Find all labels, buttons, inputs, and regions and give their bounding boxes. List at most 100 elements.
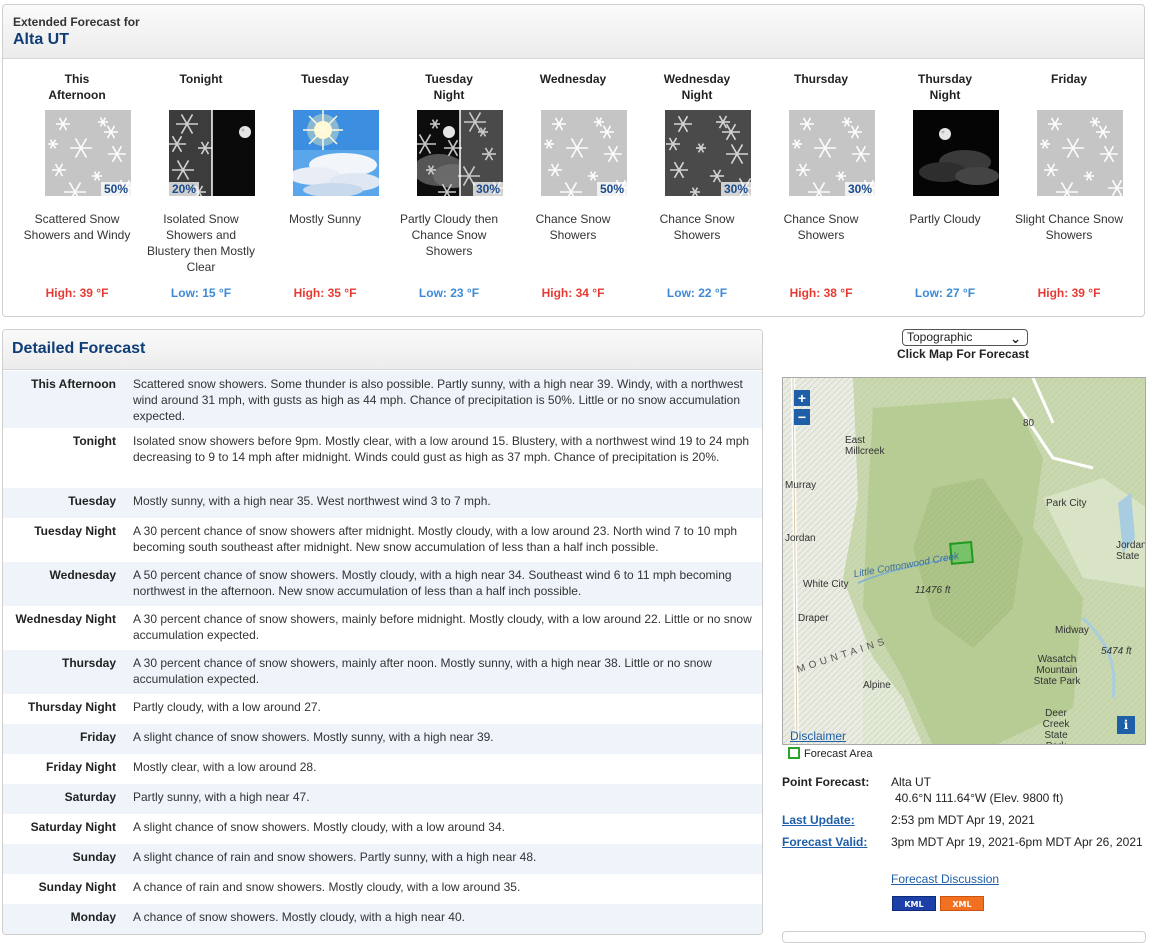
row-forecast-text: Isolated snow showers before 9pm. Mostly… [133, 434, 750, 464]
row-forecast-text: Partly cloudy, with a low around 27. [133, 700, 321, 714]
row-forecast-text: A slight chance of snow showers. Mostly … [133, 820, 505, 834]
map-legend: Forecast Area [788, 747, 872, 760]
snow-showers-day-icon[interactable]: 50% [541, 110, 627, 196]
map-label: 5474 ft [1101, 646, 1132, 657]
precip-chance: 50% [596, 182, 627, 196]
map-caption: Click Map For Forecast [897, 347, 1030, 361]
map-info-button[interactable]: i [1117, 716, 1135, 734]
zoom-in-button[interactable]: + [794, 390, 810, 406]
detailed-forecast-row: Saturday Partly sunny, with a high near 4… [3, 784, 762, 814]
row-forecast-text: A 50 percent chance of snow showers. Mos… [133, 568, 732, 598]
map-type-select[interactable]: Topographic ⌄ [902, 329, 1028, 346]
period-temperature: High: 38 °F [789, 286, 853, 300]
map-label: 11476 ft [915, 585, 951, 596]
row-forecast-text: A 30 percent chance of snow showers afte… [133, 524, 738, 554]
partly-cloudy-night-icon[interactable] [913, 110, 999, 196]
detailed-forecast-row: Thursday A 30 percent chance of snow show… [3, 650, 762, 694]
detailed-forecast-row: Friday Night Mostly clear, with a low aro… [3, 754, 762, 784]
period-name-line: Night [681, 88, 713, 102]
point-forecast-location: Alta UT [891, 775, 932, 789]
row-period-label: Friday Night [45, 760, 116, 774]
row-period-label: Wednesday Night [15, 612, 116, 626]
period-name-line: Night [929, 88, 961, 102]
map-label: Wasatch Mountain State Park [1033, 654, 1081, 687]
detailed-forecast-row: Monday A chance of snow showers. Mostly c… [3, 904, 762, 934]
forecast-period[interactable]: Tuesday Night 30% Partly Cloudy then Chance… [387, 61, 511, 311]
detailed-forecast-row: Sunday Night A chance of rain and snow sh… [3, 874, 762, 904]
short-description: Scattered Snow Showers and Windy [23, 212, 131, 242]
period-temperature: Low: 15 °F [170, 286, 232, 300]
forecast-period[interactable]: Thursday 30% Chance Snow Showers High: 38 °… [759, 61, 883, 311]
snow-showers-night-icon[interactable]: 30% [665, 110, 751, 196]
short-description: Chance Snow Showers [783, 212, 859, 242]
row-forecast-text: A chance of rain and snow showers. Mostl… [133, 880, 521, 894]
forecast-valid-link[interactable]: Forecast Valid: [782, 835, 867, 849]
row-period-label: Tuesday Night [34, 524, 116, 538]
map-label: 80 [1023, 418, 1035, 429]
mostly-sunny-icon[interactable] [293, 110, 379, 196]
period-name: Thursday Night [883, 71, 1007, 105]
period-name-line: Wednesday [663, 72, 731, 86]
topographic-map-image [783, 378, 1145, 744]
forecast-tombstones: This Afternoon 50% Scattered Snow Showers a… [3, 61, 1144, 311]
map-label: Park City [1046, 498, 1087, 509]
zoom-out-button[interactable]: − [794, 409, 810, 425]
point-forecast-coords: 40.6°N 111.64°W (Elev. 9800 ft) [895, 791, 1064, 805]
row-forecast-text: A 30 percent chance of snow showers, mai… [133, 612, 752, 642]
short-description: Chance Snow Showers [659, 212, 735, 242]
period-name: Friday [1007, 71, 1131, 105]
xml-button[interactable]: XML [940, 896, 984, 911]
forecast-period[interactable]: Wednesday 50% Chance Snow Showers High: 34 … [511, 61, 635, 311]
extended-forecast-header: Extended Forecast for Alta UT [3, 5, 1144, 59]
detailed-forecast-row: Thursday Night Partly cloudy, with a low … [3, 694, 762, 724]
snow-showers-day-icon[interactable] [1037, 110, 1123, 196]
period-name-line: Tuesday [425, 72, 473, 86]
point-forecast-label: Point Forecast: [782, 775, 870, 789]
map-label: Alpine [863, 680, 891, 691]
row-forecast-text: A slight chance of rain and snow showers… [133, 850, 537, 864]
forecast-period[interactable]: This Afternoon 50% Scattered Snow Showers a… [15, 61, 139, 311]
forecast-discussion-link[interactable]: Forecast Discussion [891, 872, 999, 886]
period-temperature: High: 39 °F [45, 286, 109, 300]
snow-showers-day-icon[interactable]: 30% [789, 110, 875, 196]
cloudy-then-snow-night-icon[interactable]: 30% [417, 110, 503, 196]
last-update-label: Last Update [782, 813, 851, 827]
map-label: Jordanelle State [1116, 540, 1145, 562]
disclaimer-link[interactable]: Disclaimer [790, 729, 846, 743]
chevron-down-icon: ⌄ [1010, 331, 1021, 346]
weather-image [293, 110, 379, 196]
precip-chance: 20% [169, 182, 200, 196]
row-period-label: Friday [79, 730, 116, 744]
forecast-period[interactable]: Wednesday Night 30% Chance Snow Showers Low:… [635, 61, 759, 311]
snow-then-clear-night-icon[interactable]: 20% [169, 110, 255, 196]
forecast-valid-label: Forecast Valid [782, 835, 864, 849]
row-period-label: Saturday Night [30, 820, 116, 834]
snow-showers-day-icon[interactable]: 50% [45, 110, 131, 196]
period-name-line: Friday [1050, 72, 1087, 86]
legend-label: Forecast Area [804, 748, 873, 760]
period-name-line: Afternoon [48, 88, 106, 102]
kml-button[interactable]: KML [892, 896, 936, 911]
map-label: Midway [1055, 625, 1089, 636]
forecast-period[interactable]: Friday Slight Chance Snow Showers High: 39… [1007, 61, 1131, 311]
detailed-forecast-row: Sunday A slight chance of rain and snow s… [3, 844, 762, 874]
last-update-link[interactable]: Last Update: [782, 813, 855, 827]
period-name-line: Thursday [793, 72, 848, 86]
row-period-label: Wednesday [49, 568, 116, 582]
short-description: Partly Cloudy [909, 212, 981, 226]
short-description: Partly Cloudy then Chance Snow Showers [399, 212, 499, 258]
period-temperature: Low: 27 °F [914, 286, 976, 300]
forecast-period[interactable]: Tonight 20% Isolated Snow Showers and Blus… [139, 61, 263, 311]
forecast-valid-value: 3pm MDT Apr 19, 2021-6pm MDT Apr 26, 202… [891, 835, 1143, 849]
row-forecast-text: Scattered snow showers. Some thunder is … [133, 377, 743, 423]
period-name-line: Wednesday [539, 72, 607, 86]
forecast-period[interactable]: Tuesday Mostly Sunny High: 35 °F [263, 61, 387, 311]
last-update-value: 2:53 pm MDT Apr 19, 2021 [891, 813, 1035, 827]
forecast-period[interactable]: Thursday Night Partly Cloudy Low: 27 °F [883, 61, 1007, 311]
period-name: Tuesday [263, 71, 387, 105]
short-description: Mostly Sunny [288, 212, 362, 226]
detailed-forecast-panel: Detailed Forecast This Afternoon Scattere… [2, 329, 763, 935]
period-name: Tonight [139, 71, 263, 105]
precip-chance: 30% [472, 182, 503, 196]
forecast-map[interactable]: + − East Millcreek Murray Jordan White C… [782, 377, 1146, 745]
